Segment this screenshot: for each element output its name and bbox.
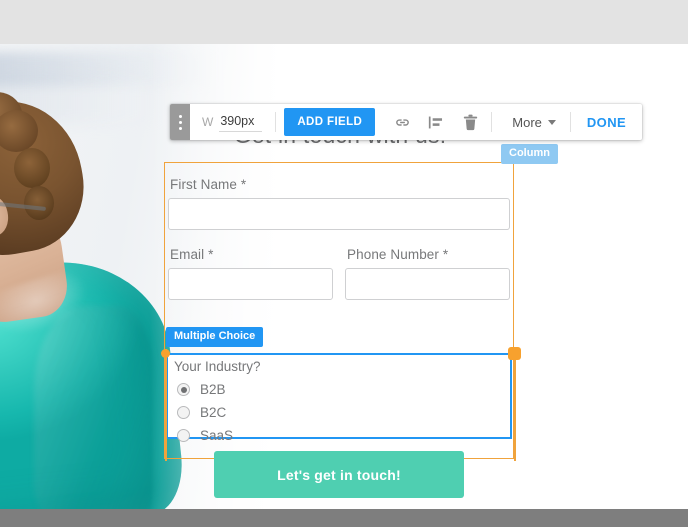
drag-dot-3 <box>178 126 182 130</box>
choice-label-b2b: B2B <box>200 382 226 397</box>
trash-icon[interactable] <box>453 104 487 140</box>
badge-column: Column <box>501 144 558 164</box>
column-guide-left <box>165 349 167 461</box>
email-input[interactable] <box>168 268 333 300</box>
choice-label-b2c: B2C <box>200 405 227 420</box>
resize-handle-left[interactable] <box>161 349 170 358</box>
field-phone-number[interactable]: Phone Number * <box>345 247 510 300</box>
chevron-down-icon <box>547 119 556 125</box>
person-hair-curl-4 <box>24 186 54 220</box>
person-hair-curl-2 <box>14 148 50 188</box>
field-label-email: Email * <box>170 247 214 262</box>
field-label-first-name: First Name * <box>170 177 247 192</box>
choice-label-saas: SaaS <box>200 428 234 443</box>
field-first-name[interactable]: First Name * <box>168 177 510 230</box>
browser-bottom-chrome <box>0 509 688 527</box>
phone-number-input[interactable] <box>345 268 510 300</box>
element-toolbar[interactable]: W 390px ADD FIELD More DONE <box>170 104 643 140</box>
toolbar-drag-handle[interactable] <box>170 104 190 140</box>
choice-option-b2b[interactable]: B2B <box>174 378 510 401</box>
choice-option-saas[interactable]: SaaS <box>174 424 510 447</box>
column-guide-right <box>514 349 516 461</box>
add-field-button[interactable]: ADD FIELD <box>284 108 376 136</box>
align-left-icon[interactable] <box>419 104 453 140</box>
person-torso-shading <box>34 306 154 509</box>
radio-icon-b2b[interactable] <box>177 383 190 396</box>
done-button[interactable]: DONE <box>571 104 642 140</box>
more-label: More <box>512 114 542 130</box>
page-canvas: Get in touch with us! First Name * Email… <box>0 44 688 509</box>
radio-icon-saas[interactable] <box>177 429 190 442</box>
drag-dot-1 <box>178 114 182 118</box>
more-menu-button[interactable]: More <box>492 104 570 140</box>
browser-top-chrome <box>0 0 688 44</box>
editor-screenshot: Get in touch with us! First Name * Email… <box>0 0 688 527</box>
submit-button[interactable]: Let's get in touch! <box>214 451 464 498</box>
field-label-phone-number: Phone Number * <box>347 247 449 262</box>
width-control[interactable]: W 390px <box>190 104 275 140</box>
form-fields: First Name * Email * Phone Number * <box>165 163 513 300</box>
field-row-email-phone: Email * Phone Number * <box>168 247 510 300</box>
toolbar-icon-group <box>375 104 491 140</box>
radio-icon-b2c[interactable] <box>177 406 190 419</box>
link-icon[interactable] <box>385 104 419 140</box>
first-name-input[interactable] <box>168 198 510 230</box>
width-input[interactable]: 390px <box>219 112 263 132</box>
badge-multiple-choice: Multiple Choice <box>166 327 264 347</box>
toolbar-divider-1 <box>275 112 277 132</box>
multiple-choice-block[interactable]: Your Industry? B2B B2C SaaS <box>166 353 512 443</box>
choice-question-label: Your Industry? <box>174 359 261 374</box>
choice-option-b2c[interactable]: B2C <box>174 401 510 424</box>
width-label: W <box>202 115 214 129</box>
drag-dot-2 <box>178 120 182 124</box>
field-email[interactable]: Email * <box>168 247 333 300</box>
column-resize-handle-right[interactable] <box>508 347 521 360</box>
